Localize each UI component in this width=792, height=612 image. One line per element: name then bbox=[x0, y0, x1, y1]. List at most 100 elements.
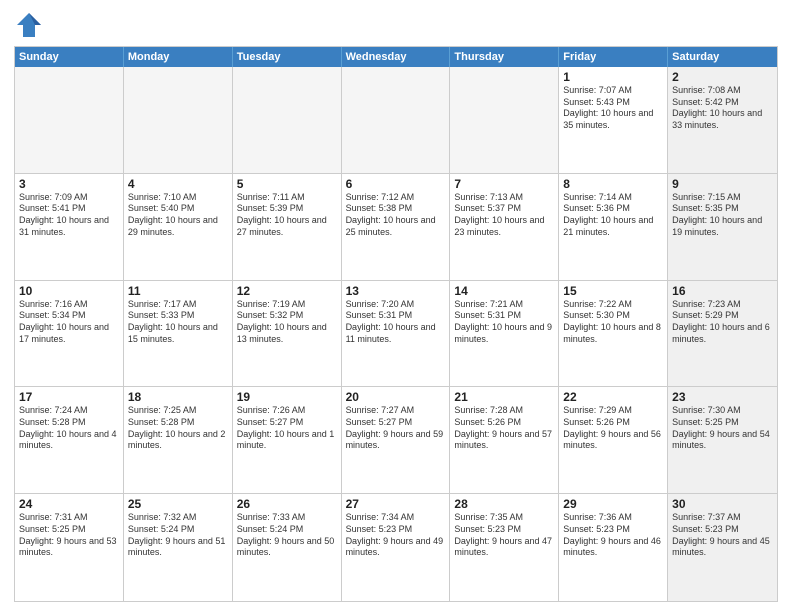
day-info: Sunrise: 7:15 AM Sunset: 5:35 PM Dayligh… bbox=[672, 192, 773, 239]
calendar-cell: 13Sunrise: 7:20 AM Sunset: 5:31 PM Dayli… bbox=[342, 281, 451, 387]
day-number: 12 bbox=[237, 284, 337, 298]
calendar-header: SundayMondayTuesdayWednesdayThursdayFrid… bbox=[15, 47, 777, 67]
calendar-cell: 19Sunrise: 7:26 AM Sunset: 5:27 PM Dayli… bbox=[233, 387, 342, 493]
day-number: 30 bbox=[672, 497, 773, 511]
calendar-cell: 29Sunrise: 7:36 AM Sunset: 5:23 PM Dayli… bbox=[559, 494, 668, 601]
calendar: SundayMondayTuesdayWednesdayThursdayFrid… bbox=[14, 46, 778, 602]
day-info: Sunrise: 7:30 AM Sunset: 5:25 PM Dayligh… bbox=[672, 405, 773, 452]
calendar-row-2: 10Sunrise: 7:16 AM Sunset: 5:34 PM Dayli… bbox=[15, 281, 777, 388]
calendar-cell: 11Sunrise: 7:17 AM Sunset: 5:33 PM Dayli… bbox=[124, 281, 233, 387]
day-info: Sunrise: 7:20 AM Sunset: 5:31 PM Dayligh… bbox=[346, 299, 446, 346]
day-info: Sunrise: 7:29 AM Sunset: 5:26 PM Dayligh… bbox=[563, 405, 663, 452]
day-info: Sunrise: 7:13 AM Sunset: 5:37 PM Dayligh… bbox=[454, 192, 554, 239]
day-info: Sunrise: 7:28 AM Sunset: 5:26 PM Dayligh… bbox=[454, 405, 554, 452]
calendar-cell bbox=[342, 67, 451, 173]
day-info: Sunrise: 7:17 AM Sunset: 5:33 PM Dayligh… bbox=[128, 299, 228, 346]
calendar-cell: 12Sunrise: 7:19 AM Sunset: 5:32 PM Dayli… bbox=[233, 281, 342, 387]
day-info: Sunrise: 7:22 AM Sunset: 5:30 PM Dayligh… bbox=[563, 299, 663, 346]
day-info: Sunrise: 7:24 AM Sunset: 5:28 PM Dayligh… bbox=[19, 405, 119, 452]
day-number: 13 bbox=[346, 284, 446, 298]
calendar-cell: 18Sunrise: 7:25 AM Sunset: 5:28 PM Dayli… bbox=[124, 387, 233, 493]
day-info: Sunrise: 7:31 AM Sunset: 5:25 PM Dayligh… bbox=[19, 512, 119, 559]
calendar-cell: 23Sunrise: 7:30 AM Sunset: 5:25 PM Dayli… bbox=[668, 387, 777, 493]
day-number: 26 bbox=[237, 497, 337, 511]
day-number: 3 bbox=[19, 177, 119, 191]
calendar-cell bbox=[450, 67, 559, 173]
weekday-header-friday: Friday bbox=[559, 47, 668, 67]
calendar-cell: 14Sunrise: 7:21 AM Sunset: 5:31 PM Dayli… bbox=[450, 281, 559, 387]
day-number: 7 bbox=[454, 177, 554, 191]
calendar-cell: 8Sunrise: 7:14 AM Sunset: 5:36 PM Daylig… bbox=[559, 174, 668, 280]
calendar-cell: 7Sunrise: 7:13 AM Sunset: 5:37 PM Daylig… bbox=[450, 174, 559, 280]
calendar-row-3: 17Sunrise: 7:24 AM Sunset: 5:28 PM Dayli… bbox=[15, 387, 777, 494]
day-number: 19 bbox=[237, 390, 337, 404]
day-number: 11 bbox=[128, 284, 228, 298]
day-info: Sunrise: 7:16 AM Sunset: 5:34 PM Dayligh… bbox=[19, 299, 119, 346]
day-number: 15 bbox=[563, 284, 663, 298]
day-number: 18 bbox=[128, 390, 228, 404]
calendar-cell: 1Sunrise: 7:07 AM Sunset: 5:43 PM Daylig… bbox=[559, 67, 668, 173]
day-info: Sunrise: 7:11 AM Sunset: 5:39 PM Dayligh… bbox=[237, 192, 337, 239]
day-info: Sunrise: 7:12 AM Sunset: 5:38 PM Dayligh… bbox=[346, 192, 446, 239]
day-info: Sunrise: 7:33 AM Sunset: 5:24 PM Dayligh… bbox=[237, 512, 337, 559]
day-info: Sunrise: 7:32 AM Sunset: 5:24 PM Dayligh… bbox=[128, 512, 228, 559]
day-number: 28 bbox=[454, 497, 554, 511]
weekday-header-wednesday: Wednesday bbox=[342, 47, 451, 67]
day-number: 29 bbox=[563, 497, 663, 511]
day-info: Sunrise: 7:27 AM Sunset: 5:27 PM Dayligh… bbox=[346, 405, 446, 452]
day-number: 8 bbox=[563, 177, 663, 191]
calendar-cell: 24Sunrise: 7:31 AM Sunset: 5:25 PM Dayli… bbox=[15, 494, 124, 601]
calendar-cell: 5Sunrise: 7:11 AM Sunset: 5:39 PM Daylig… bbox=[233, 174, 342, 280]
day-info: Sunrise: 7:14 AM Sunset: 5:36 PM Dayligh… bbox=[563, 192, 663, 239]
day-number: 23 bbox=[672, 390, 773, 404]
calendar-row-4: 24Sunrise: 7:31 AM Sunset: 5:25 PM Dayli… bbox=[15, 494, 777, 601]
calendar-cell: 28Sunrise: 7:35 AM Sunset: 5:23 PM Dayli… bbox=[450, 494, 559, 601]
calendar-cell: 9Sunrise: 7:15 AM Sunset: 5:35 PM Daylig… bbox=[668, 174, 777, 280]
day-number: 16 bbox=[672, 284, 773, 298]
calendar-cell: 30Sunrise: 7:37 AM Sunset: 5:23 PM Dayli… bbox=[668, 494, 777, 601]
calendar-cell: 17Sunrise: 7:24 AM Sunset: 5:28 PM Dayli… bbox=[15, 387, 124, 493]
weekday-header-sunday: Sunday bbox=[15, 47, 124, 67]
day-info: Sunrise: 7:08 AM Sunset: 5:42 PM Dayligh… bbox=[672, 85, 773, 132]
day-number: 25 bbox=[128, 497, 228, 511]
calendar-cell: 4Sunrise: 7:10 AM Sunset: 5:40 PM Daylig… bbox=[124, 174, 233, 280]
day-number: 1 bbox=[563, 70, 663, 84]
weekday-header-tuesday: Tuesday bbox=[233, 47, 342, 67]
calendar-cell: 20Sunrise: 7:27 AM Sunset: 5:27 PM Dayli… bbox=[342, 387, 451, 493]
weekday-header-monday: Monday bbox=[124, 47, 233, 67]
day-number: 5 bbox=[237, 177, 337, 191]
day-number: 22 bbox=[563, 390, 663, 404]
day-number: 4 bbox=[128, 177, 228, 191]
calendar-cell bbox=[15, 67, 124, 173]
day-info: Sunrise: 7:09 AM Sunset: 5:41 PM Dayligh… bbox=[19, 192, 119, 239]
day-number: 27 bbox=[346, 497, 446, 511]
day-number: 10 bbox=[19, 284, 119, 298]
day-info: Sunrise: 7:36 AM Sunset: 5:23 PM Dayligh… bbox=[563, 512, 663, 559]
day-info: Sunrise: 7:25 AM Sunset: 5:28 PM Dayligh… bbox=[128, 405, 228, 452]
day-info: Sunrise: 7:19 AM Sunset: 5:32 PM Dayligh… bbox=[237, 299, 337, 346]
day-info: Sunrise: 7:37 AM Sunset: 5:23 PM Dayligh… bbox=[672, 512, 773, 559]
calendar-cell bbox=[124, 67, 233, 173]
page: SundayMondayTuesdayWednesdayThursdayFrid… bbox=[0, 0, 792, 612]
calendar-cell: 2Sunrise: 7:08 AM Sunset: 5:42 PM Daylig… bbox=[668, 67, 777, 173]
calendar-body: 1Sunrise: 7:07 AM Sunset: 5:43 PM Daylig… bbox=[15, 67, 777, 601]
day-info: Sunrise: 7:10 AM Sunset: 5:40 PM Dayligh… bbox=[128, 192, 228, 239]
calendar-cell: 15Sunrise: 7:22 AM Sunset: 5:30 PM Dayli… bbox=[559, 281, 668, 387]
calendar-cell: 27Sunrise: 7:34 AM Sunset: 5:23 PM Dayli… bbox=[342, 494, 451, 601]
calendar-row-0: 1Sunrise: 7:07 AM Sunset: 5:43 PM Daylig… bbox=[15, 67, 777, 174]
day-number: 6 bbox=[346, 177, 446, 191]
logo bbox=[14, 10, 48, 40]
day-info: Sunrise: 7:21 AM Sunset: 5:31 PM Dayligh… bbox=[454, 299, 554, 346]
day-info: Sunrise: 7:07 AM Sunset: 5:43 PM Dayligh… bbox=[563, 85, 663, 132]
day-info: Sunrise: 7:35 AM Sunset: 5:23 PM Dayligh… bbox=[454, 512, 554, 559]
header bbox=[14, 10, 778, 40]
day-info: Sunrise: 7:34 AM Sunset: 5:23 PM Dayligh… bbox=[346, 512, 446, 559]
calendar-cell: 16Sunrise: 7:23 AM Sunset: 5:29 PM Dayli… bbox=[668, 281, 777, 387]
calendar-cell: 10Sunrise: 7:16 AM Sunset: 5:34 PM Dayli… bbox=[15, 281, 124, 387]
day-number: 14 bbox=[454, 284, 554, 298]
calendar-cell: 3Sunrise: 7:09 AM Sunset: 5:41 PM Daylig… bbox=[15, 174, 124, 280]
calendar-cell: 22Sunrise: 7:29 AM Sunset: 5:26 PM Dayli… bbox=[559, 387, 668, 493]
calendar-cell: 25Sunrise: 7:32 AM Sunset: 5:24 PM Dayli… bbox=[124, 494, 233, 601]
day-number: 20 bbox=[346, 390, 446, 404]
day-number: 17 bbox=[19, 390, 119, 404]
